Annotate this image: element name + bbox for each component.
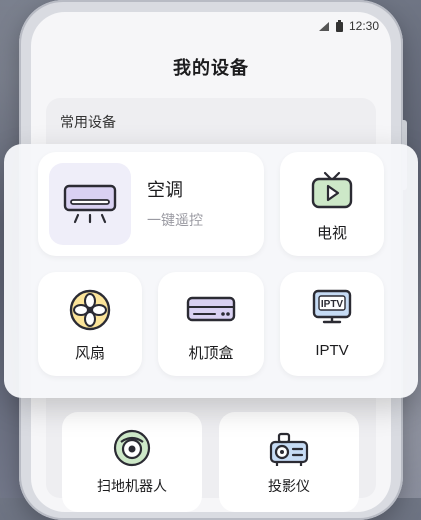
page-title: 我的设备 xyxy=(173,58,249,79)
device-tile-set-top-box[interactable]: 机顶盒 xyxy=(158,272,264,376)
tv-label: 电视 xyxy=(316,224,347,242)
robot-vacuum-label: 扫地机器人 xyxy=(97,479,167,495)
section-title: 常用设备 xyxy=(60,115,116,131)
projector-icon xyxy=(219,428,359,468)
fan-icon xyxy=(38,288,142,332)
set-top-box-label: 机顶盒 xyxy=(188,344,234,362)
iptv-label: IPTV xyxy=(315,342,349,359)
robot-vacuum-icon xyxy=(62,428,202,468)
device-tile-tv[interactable]: 电视 xyxy=(280,152,384,256)
iptv-icon-text: IPTV xyxy=(321,299,344,310)
device-tile-fan[interactable]: 风扇 xyxy=(38,272,142,376)
signal-icon xyxy=(318,21,330,32)
fan-label: 风扇 xyxy=(74,344,105,362)
device-tile-robot-vacuum[interactable]: 扫地机器人 xyxy=(62,412,202,512)
common-devices-panel: 空调 一键遥控 电视 风扇 机顶盒 IPTV IPTV xyxy=(4,144,418,398)
air-conditioner-icon xyxy=(49,163,131,245)
device-tile-projector[interactable]: 投影仪 xyxy=(219,412,359,512)
device-tile-iptv[interactable]: IPTV IPTV xyxy=(280,272,384,376)
iptv-icon: IPTV xyxy=(280,288,384,328)
tv-icon xyxy=(280,170,384,210)
air-conditioner-name: 空调 xyxy=(147,180,183,201)
set-top-box-icon xyxy=(158,294,264,326)
air-conditioner-subtitle: 一键遥控 xyxy=(147,213,203,229)
status-bar: 12:30 xyxy=(318,18,379,34)
device-tile-air-conditioner[interactable]: 空调 一键遥控 xyxy=(38,152,264,256)
status-time: 12:30 xyxy=(348,19,379,33)
battery-icon xyxy=(335,20,343,32)
projector-label: 投影仪 xyxy=(268,479,310,495)
